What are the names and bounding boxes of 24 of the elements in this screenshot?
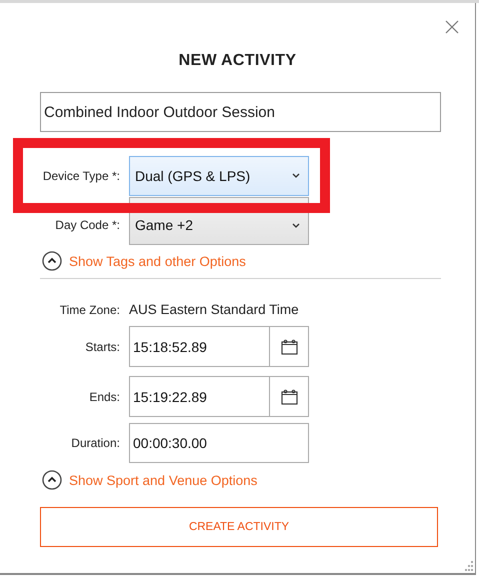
chevron-up-icon[interactable] <box>42 470 62 490</box>
field-label: Device Type *: <box>42 168 121 182</box>
chevron-up-icon[interactable] <box>42 251 62 271</box>
dropdown[interactable]: Dual (GPS & LPS) <box>129 156 309 196</box>
duration-field[interactable]: 00:00:30.00 <box>129 423 309 463</box>
time-zone-value: AUS Eastern Standard Time <box>129 302 299 317</box>
field-label: Time Zone: <box>58 302 121 316</box>
field-label: Ends: <box>88 390 121 404</box>
calendar-icon <box>280 388 298 404</box>
time-field[interactable]: 15:19:22.89 <box>129 376 269 417</box>
caret-icon <box>292 222 300 228</box>
dialog-title: NEW ACTIVITY <box>178 52 298 70</box>
resize-grip-icon[interactable] <box>463 561 473 571</box>
caret-icon <box>292 173 300 178</box>
calendar-icon <box>280 338 298 354</box>
calendar-button[interactable] <box>269 376 309 417</box>
calendar-button[interactable] <box>269 326 309 367</box>
time-field[interactable]: 15:18:52.89 <box>129 326 269 367</box>
create-activity-button[interactable]: CREATE ACTIVITY <box>40 507 438 547</box>
field-label: Starts: <box>84 340 121 354</box>
close-icon[interactable] <box>445 20 459 34</box>
name-field[interactable]: Combined Indoor Outdoor Session <box>40 92 441 132</box>
field-label: Duration: <box>70 436 121 450</box>
field-label: Day Code *: <box>54 217 121 232</box>
